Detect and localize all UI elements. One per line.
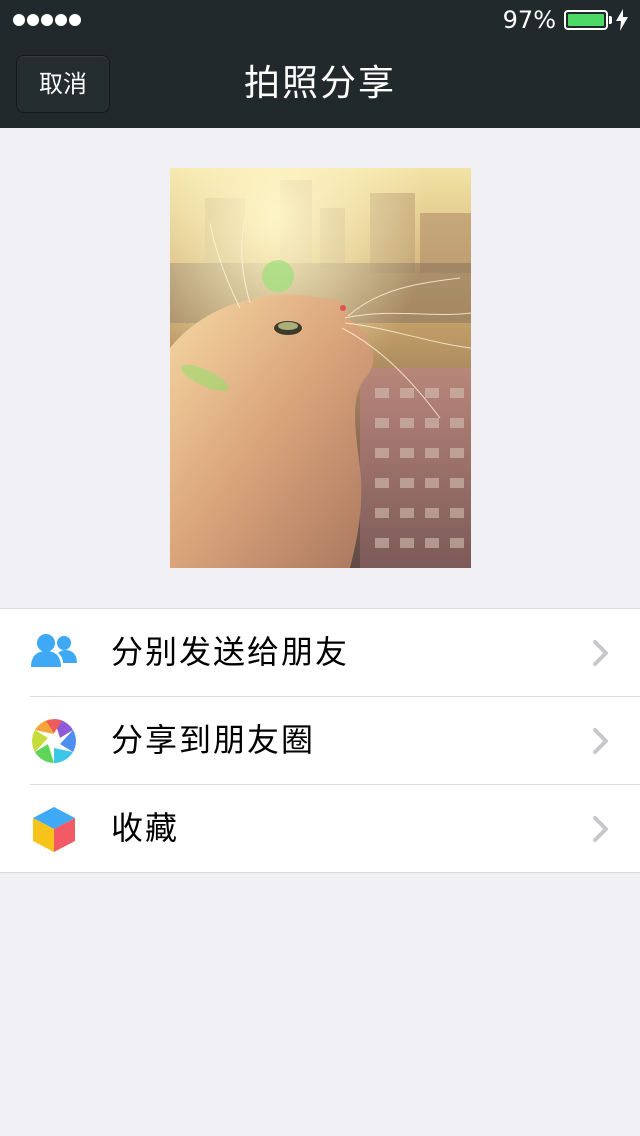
favorites-row[interactable]: 收藏 <box>0 784 640 872</box>
chevron-right-icon <box>593 728 608 754</box>
moments-icon <box>32 719 76 763</box>
battery-percentage: 97% <box>502 6 556 34</box>
status-bar: 97% <box>0 0 640 40</box>
friends-icon <box>31 634 77 667</box>
share-options-list: 分别发送给朋友 分享到朋友圈 收藏 <box>0 608 640 873</box>
share-to-moments-row[interactable]: 分享到朋友圈 <box>0 696 640 784</box>
favorites-icon <box>33 807 75 852</box>
favorites-label: 收藏 <box>111 809 180 847</box>
navigation-bar: 拍照分享 取消 <box>0 40 640 128</box>
shared-photo <box>170 168 471 568</box>
signal-strength-icon <box>13 14 81 26</box>
send-to-friends-row[interactable]: 分别发送给朋友 <box>0 609 640 696</box>
chevron-right-icon <box>593 640 608 666</box>
cancel-button[interactable]: 取消 <box>16 55 110 113</box>
chevron-right-icon <box>593 816 608 842</box>
share-to-moments-label: 分享到朋友圈 <box>111 721 316 759</box>
send-to-friends-label: 分别发送给朋友 <box>111 633 350 671</box>
charging-bolt-icon <box>616 9 628 31</box>
battery-icon <box>564 10 612 30</box>
